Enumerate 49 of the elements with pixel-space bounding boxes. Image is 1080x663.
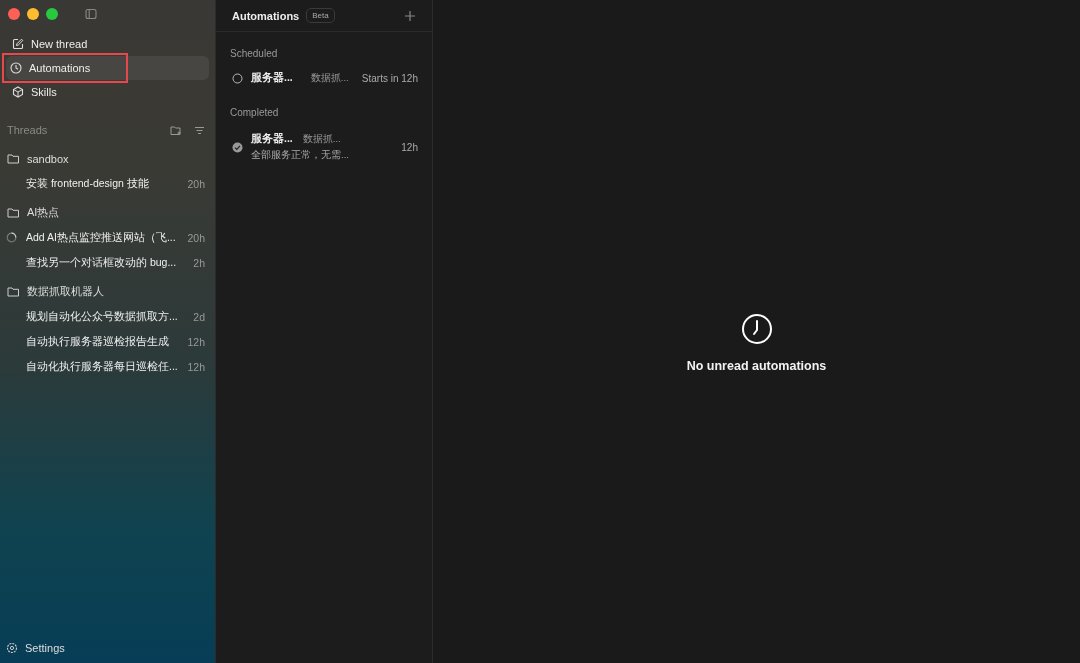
thread-time: 12h [187, 335, 205, 348]
empty-state-message: No unread automations [686, 358, 827, 373]
check-circle-icon [232, 141, 243, 153]
cube-icon [12, 86, 24, 98]
panel-title: Automations [232, 9, 300, 22]
thread-time: 20h [187, 231, 205, 244]
project-folder[interactable]: AI热点 [6, 200, 209, 225]
thread-time: 20h [187, 177, 205, 190]
filter-icon[interactable] [194, 125, 205, 135]
add-icon[interactable] [404, 9, 416, 22]
thread-title: 自动化执行服务器每日巡检任... [26, 359, 179, 374]
thread-item[interactable]: 自动执行服务器巡检报告生成 12h [6, 329, 209, 354]
thread-title: 自动执行服务器巡检报告生成 [26, 334, 170, 349]
thread-title: 查找另一个对话框改动的 bug... [26, 255, 178, 270]
nav-item[interactable]: New thread [6, 32, 209, 56]
settings-item[interactable]: Settings [6, 639, 209, 657]
folder-icon [7, 153, 20, 164]
folder-icon [7, 207, 20, 218]
thread-item[interactable]: 查找另一个对话框改动的 bug... 2h [6, 250, 209, 275]
thread-item[interactable]: 安装 frontend-design 技能 20h [6, 171, 209, 196]
project-folder[interactable]: sandbox [6, 146, 209, 171]
compose-icon [12, 38, 24, 50]
settings-icon [6, 642, 18, 654]
automation-item[interactable]: 服务器... 数据抓... Starts in 12h [216, 65, 432, 91]
clock-icon [740, 312, 773, 345]
clock-icon [10, 62, 22, 74]
automation-item[interactable]: 服务器... 数据抓... 全部服务正常，无需... 12h [216, 124, 432, 168]
thread-time: 2h [193, 256, 205, 269]
beta-badge: Beta [306, 8, 335, 23]
project-folder[interactable]: 数据抓取机器人 [6, 279, 209, 304]
nav-item[interactable]: Skills [6, 80, 209, 104]
thread-item[interactable]: 自动化执行服务器每日巡检任... 12h [6, 354, 209, 379]
section-title: Scheduled [229, 47, 279, 61]
new-folder-icon[interactable] [170, 124, 182, 136]
section-title: Threads [7, 124, 48, 136]
sidebar-toggle-icon[interactable] [85, 8, 97, 20]
close-button[interactable] [8, 8, 20, 20]
thread-time: 12h [187, 360, 205, 373]
thread-item[interactable]: Add AI热点监控推送网站（飞... 20h [6, 225, 209, 250]
thread-title: Add AI热点监控推送网站（飞... [26, 230, 177, 245]
thread-item[interactable]: 规划自动化公众号数据抓取方... 2d [6, 304, 209, 329]
folder-icon [7, 286, 20, 297]
thread-title: 安装 frontend-design 技能 [26, 176, 150, 191]
empty-circle-icon [232, 72, 243, 84]
thread-title: 规划自动化公众号数据抓取方... [26, 309, 179, 324]
zoom-button[interactable] [46, 8, 58, 20]
section-title: Completed [229, 106, 280, 120]
thread-time: 2d [193, 310, 205, 323]
minimize-button[interactable] [27, 8, 39, 20]
